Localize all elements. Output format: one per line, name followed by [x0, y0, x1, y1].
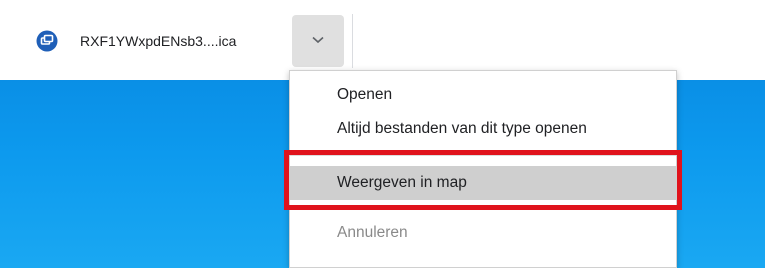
menu-item-cancel[interactable]: Annuleren — [290, 216, 676, 250]
menu-item-show-in-folder[interactable]: Weergeven in map — [290, 166, 676, 200]
menu-separator — [290, 155, 676, 156]
download-context-menu: Openen Altijd bestanden van dit type ope… — [289, 70, 677, 268]
menu-separator — [290, 208, 676, 209]
download-file-name[interactable]: RXF1YWxpdENsb3....ica — [80, 31, 236, 51]
shelf-divider — [352, 14, 353, 68]
chevron-down-icon — [311, 32, 325, 50]
menu-item-always-open-type[interactable]: Altijd bestanden van dit type openen — [290, 112, 676, 146]
menu-item-open[interactable]: Openen — [290, 78, 676, 112]
download-shelf: RXF1YWxpdENsb3....ica — [0, 0, 765, 80]
download-options-button[interactable] — [292, 15, 344, 67]
citrix-file-icon — [36, 30, 58, 52]
download-item[interactable]: RXF1YWxpdENsb3....ica — [22, 15, 344, 67]
